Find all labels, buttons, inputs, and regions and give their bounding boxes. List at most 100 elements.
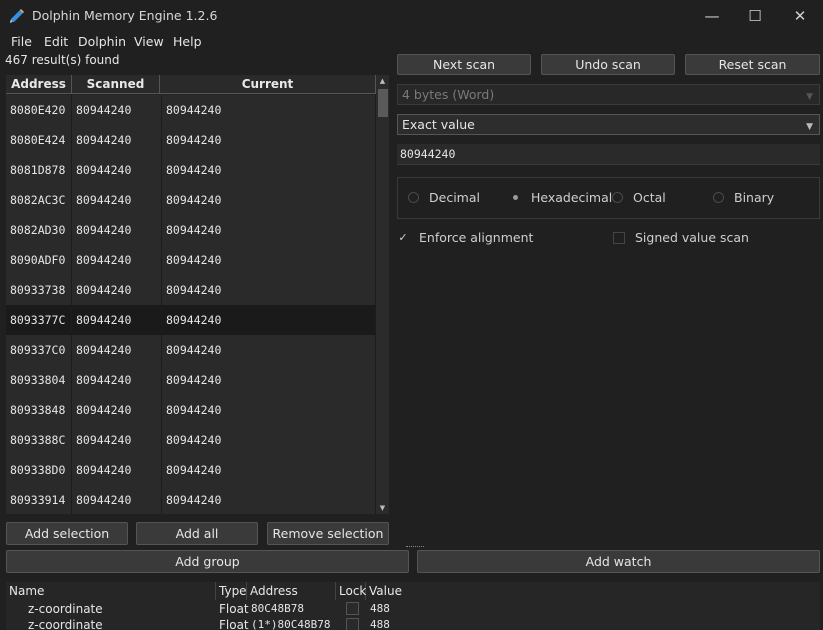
signed-value-scan-label: Signed value scan bbox=[635, 230, 749, 245]
window-title: Dolphin Memory Engine 1.2.6 bbox=[32, 8, 218, 23]
filter-dropdown[interactable]: Exact value ▼ bbox=[397, 114, 820, 135]
watch-header-value[interactable]: Value bbox=[366, 582, 820, 600]
table-row[interactable]: 80933804 80944240 80944240 bbox=[6, 365, 376, 396]
watch-header-address[interactable]: Address bbox=[247, 582, 336, 600]
address-cell: 80933804 bbox=[6, 365, 72, 395]
undo-scan-button[interactable]: Undo scan bbox=[541, 54, 675, 75]
address-cell: 809338D0 bbox=[6, 455, 72, 485]
table-row[interactable]: 80933848 80944240 80944240 bbox=[6, 395, 376, 426]
minimize-icon: — bbox=[704, 7, 720, 25]
table-row[interactable]: 8081D878 80944240 80944240 bbox=[6, 155, 376, 186]
watch-table[interactable]: Name Type Address Lock Value z-coordinat… bbox=[6, 582, 820, 630]
filter-dropdown-value: Exact value bbox=[402, 117, 475, 132]
table-row[interactable]: 80933914 80944240 80944240 bbox=[6, 485, 376, 514]
watch-header-lock[interactable]: Lock bbox=[336, 582, 366, 600]
add-selection-button[interactable]: Add selection bbox=[6, 522, 128, 545]
search-value-input[interactable]: 80944240 bbox=[397, 144, 820, 165]
table-row[interactable]: 8093388C 80944240 80944240 bbox=[6, 425, 376, 456]
current-cell: 80944240 bbox=[162, 125, 376, 155]
scrollbar-thumb[interactable] bbox=[378, 89, 388, 117]
address-cell: 8093377C bbox=[6, 305, 72, 335]
watch-name: z-coordinate bbox=[28, 618, 103, 630]
watch-row[interactable]: z-coordinate Float (1*)80C48B78 488 bbox=[6, 617, 820, 630]
lock-checkbox[interactable] bbox=[346, 602, 359, 615]
address-cell: 8090ADF0 bbox=[6, 245, 72, 275]
radio-hexadecimal[interactable]: Hexadecimal bbox=[510, 190, 612, 205]
column-header-scanned[interactable]: Scanned bbox=[72, 75, 160, 94]
radio-octal[interactable]: Octal bbox=[612, 190, 666, 205]
minimize-button[interactable]: — bbox=[689, 0, 735, 32]
scroll-up-icon[interactable]: ▲ bbox=[376, 75, 389, 87]
watch-type: Float bbox=[219, 618, 249, 630]
radio-decimal[interactable]: Decimal bbox=[408, 190, 480, 205]
address-cell: 8080E420 bbox=[6, 95, 72, 125]
table-row[interactable]: 80933738 80944240 80944240 bbox=[6, 275, 376, 306]
scanned-cell: 80944240 bbox=[72, 125, 162, 155]
watch-value[interactable]: 488 bbox=[370, 601, 390, 617]
table-row[interactable]: 809337C0 80944240 80944240 bbox=[6, 335, 376, 366]
close-button[interactable]: ✕ bbox=[777, 0, 823, 32]
menu-view[interactable]: View bbox=[134, 34, 164, 49]
scanned-cell: 80944240 bbox=[72, 95, 162, 125]
table-row[interactable]: 8090ADF0 80944240 80944240 bbox=[6, 245, 376, 276]
scanned-cell: 80944240 bbox=[72, 185, 162, 215]
radio-selected-icon bbox=[510, 192, 521, 203]
radio-binary[interactable]: Binary bbox=[713, 190, 774, 205]
add-group-button[interactable]: Add group bbox=[6, 550, 409, 573]
menu-dolphin[interactable]: Dolphin bbox=[78, 34, 126, 49]
add-all-button[interactable]: Add all bbox=[136, 522, 258, 545]
enforce-alignment-checkbox[interactable]: ✓ Enforce alignment bbox=[397, 230, 533, 245]
current-cell: 80944240 bbox=[162, 335, 376, 365]
reset-scan-button[interactable]: Reset scan bbox=[685, 54, 820, 75]
current-cell: 80944240 bbox=[162, 455, 376, 485]
address-cell: 80933738 bbox=[6, 275, 72, 305]
scanned-cell: 80944240 bbox=[72, 215, 162, 245]
scroll-down-icon[interactable]: ▼ bbox=[376, 502, 389, 514]
radio-hexadecimal-label: Hexadecimal bbox=[531, 190, 613, 205]
checkbox-icon bbox=[613, 231, 625, 244]
radio-icon bbox=[612, 192, 623, 203]
watch-row[interactable]: z-coordinate Float 80C48B78 488 bbox=[6, 601, 820, 617]
column-header-address[interactable]: Address bbox=[6, 75, 72, 94]
scanned-cell: 80944240 bbox=[72, 305, 162, 335]
watch-address: 80C48B78 bbox=[251, 602, 304, 615]
menu-help[interactable]: Help bbox=[173, 34, 202, 49]
remove-selection-button[interactable]: Remove selection bbox=[267, 522, 389, 545]
scanned-cell: 80944240 bbox=[72, 395, 162, 425]
maximize-button[interactable]: ☐ bbox=[732, 0, 778, 32]
splitter-handle[interactable] bbox=[406, 546, 424, 548]
table-row[interactable]: 8082AC3C 80944240 80944240 bbox=[6, 185, 376, 216]
watch-address: (1*)80C48B78 bbox=[251, 618, 331, 630]
table-row[interactable]: 809338D0 80944240 80944240 bbox=[6, 455, 376, 486]
scanned-cell: 80944240 bbox=[72, 155, 162, 185]
type-dropdown[interactable]: 4 bytes (Word) ▼ bbox=[397, 84, 820, 105]
watch-header-name[interactable]: Name bbox=[6, 582, 216, 600]
scanned-cell: 80944240 bbox=[72, 365, 162, 395]
menu-file[interactable]: File bbox=[11, 34, 32, 49]
address-cell: 8093388C bbox=[6, 425, 72, 455]
current-cell: 80944240 bbox=[162, 425, 376, 455]
table-row[interactable]: 8080E420 80944240 80944240 bbox=[6, 95, 376, 126]
checkmark-icon: ✓ bbox=[398, 230, 408, 244]
watch-value[interactable]: 488 bbox=[370, 617, 390, 630]
address-cell: 8082AC3C bbox=[6, 185, 72, 215]
menu-edit[interactable]: Edit bbox=[44, 34, 68, 49]
table-row[interactable]: 8080E424 80944240 80944240 bbox=[6, 125, 376, 156]
current-cell: 80944240 bbox=[162, 155, 376, 185]
address-cell: 80933848 bbox=[6, 395, 72, 425]
lock-checkbox[interactable] bbox=[346, 618, 359, 630]
radio-decimal-label: Decimal bbox=[429, 190, 480, 205]
radio-icon bbox=[713, 192, 724, 203]
scanned-cell: 80944240 bbox=[72, 245, 162, 275]
results-table[interactable]: Address Scanned Current 8080E420 80944240… bbox=[6, 75, 376, 514]
next-scan-button[interactable]: Next scan bbox=[397, 54, 531, 75]
column-header-current[interactable]: Current bbox=[160, 75, 376, 94]
signed-value-scan-checkbox[interactable]: Signed value scan bbox=[613, 230, 749, 245]
chevron-down-icon: ▼ bbox=[806, 92, 813, 102]
address-cell: 809337C0 bbox=[6, 335, 72, 365]
results-scrollbar[interactable]: ▲ ▼ bbox=[376, 75, 389, 514]
watch-header-type[interactable]: Type bbox=[216, 582, 247, 600]
table-row[interactable]: 8093377C 80944240 80944240 bbox=[6, 305, 376, 336]
add-watch-button[interactable]: Add watch bbox=[417, 550, 820, 573]
table-row[interactable]: 8082AD30 80944240 80944240 bbox=[6, 215, 376, 246]
